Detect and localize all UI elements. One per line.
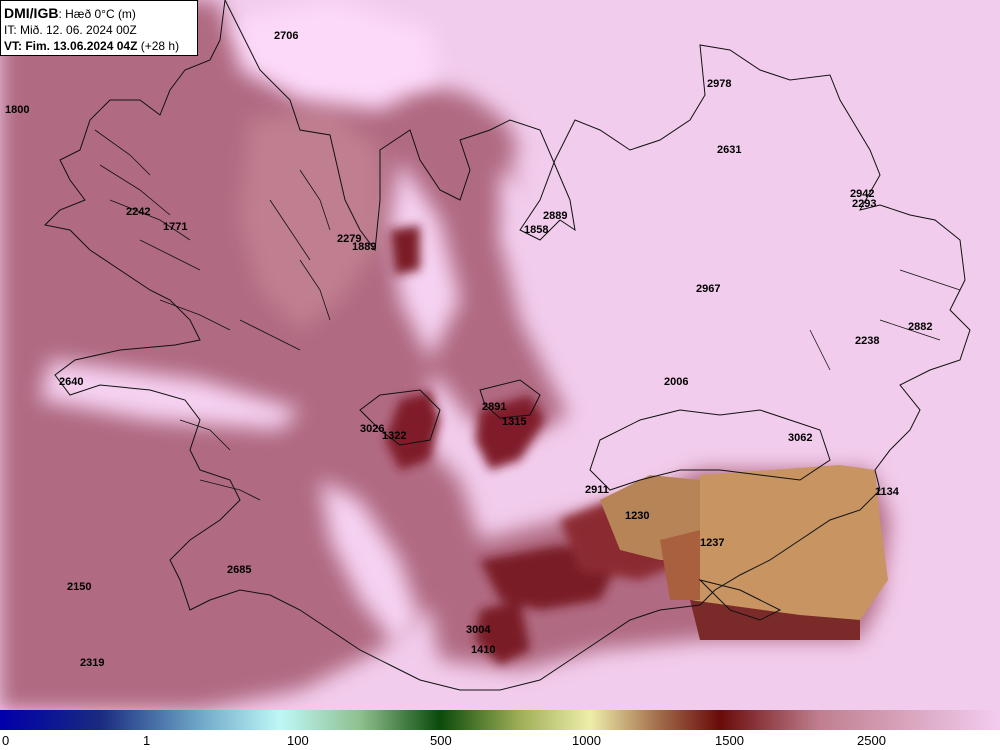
- legend-tick: 2500: [857, 733, 886, 748]
- station-value: 1315: [502, 416, 527, 428]
- station-value: 3062: [788, 432, 813, 444]
- station-value: 1410: [471, 644, 496, 656]
- station-value: 1800: [5, 104, 30, 116]
- legend-tick: 100: [287, 733, 309, 748]
- legend-tick: 500: [430, 733, 452, 748]
- color-legend: 0 1 100 500 1000 1500 2500: [0, 710, 1000, 750]
- station-value: 1771: [163, 221, 188, 233]
- station-value: 2967: [696, 283, 721, 295]
- station-value: 1134: [875, 486, 899, 498]
- station-value: 2242: [126, 206, 151, 218]
- station-value: 2293: [852, 198, 877, 210]
- header-valid-time: VT: Fim. 13.06.2024 04Z: [4, 39, 138, 53]
- legend-tick: 1000: [572, 733, 601, 748]
- station-value: 3026: [360, 423, 385, 435]
- legend-tick: 1: [143, 733, 151, 748]
- header-valid-line: VT: Fim. 13.06.2024 04Z (+28 h): [4, 38, 194, 54]
- legend-tick: 1500: [715, 733, 744, 748]
- header-variable: : Hæð 0°C (m): [58, 7, 136, 21]
- station-value: 2706: [274, 30, 299, 42]
- header-source: DMI/IGB: [4, 5, 59, 21]
- station-value: 2319: [80, 657, 105, 669]
- station-value: 2978: [707, 78, 732, 90]
- station-value: 2911: [585, 484, 609, 496]
- station-value: 2006: [664, 376, 689, 388]
- station-value: 2685: [227, 564, 252, 576]
- station-value: 2631: [717, 144, 742, 156]
- station-value: 2640: [59, 376, 84, 388]
- station-value: 1237: [700, 537, 725, 549]
- map-stage: 2706 1800 2978 2631 2242 1771 2279 1889 …: [0, 0, 1000, 750]
- station-value: 1858: [524, 224, 549, 236]
- header-issue-time: IT: Mið. 12. 06. 2024 00Z: [4, 23, 137, 37]
- colorbar: [0, 710, 1000, 730]
- station-value: 1322: [382, 430, 407, 442]
- legend-tick: 0: [2, 733, 10, 748]
- station-value: 2150: [67, 581, 92, 593]
- station-value: 1889: [352, 241, 377, 253]
- freezing-level-map: [0, 0, 1000, 710]
- map-header: DMI/IGB: Hæð 0°C (m) IT: Mið. 12. 06. 20…: [0, 0, 198, 56]
- station-value: 2891: [482, 401, 507, 413]
- header-title-line: DMI/IGB: Hæð 0°C (m): [4, 5, 194, 22]
- station-value: 1230: [625, 510, 650, 522]
- header-lead-time: (+28 h): [137, 39, 180, 53]
- station-value: 2882: [908, 321, 933, 333]
- station-value: 2238: [855, 335, 880, 347]
- station-value: 2889: [543, 210, 568, 222]
- station-value: 3004: [466, 624, 491, 636]
